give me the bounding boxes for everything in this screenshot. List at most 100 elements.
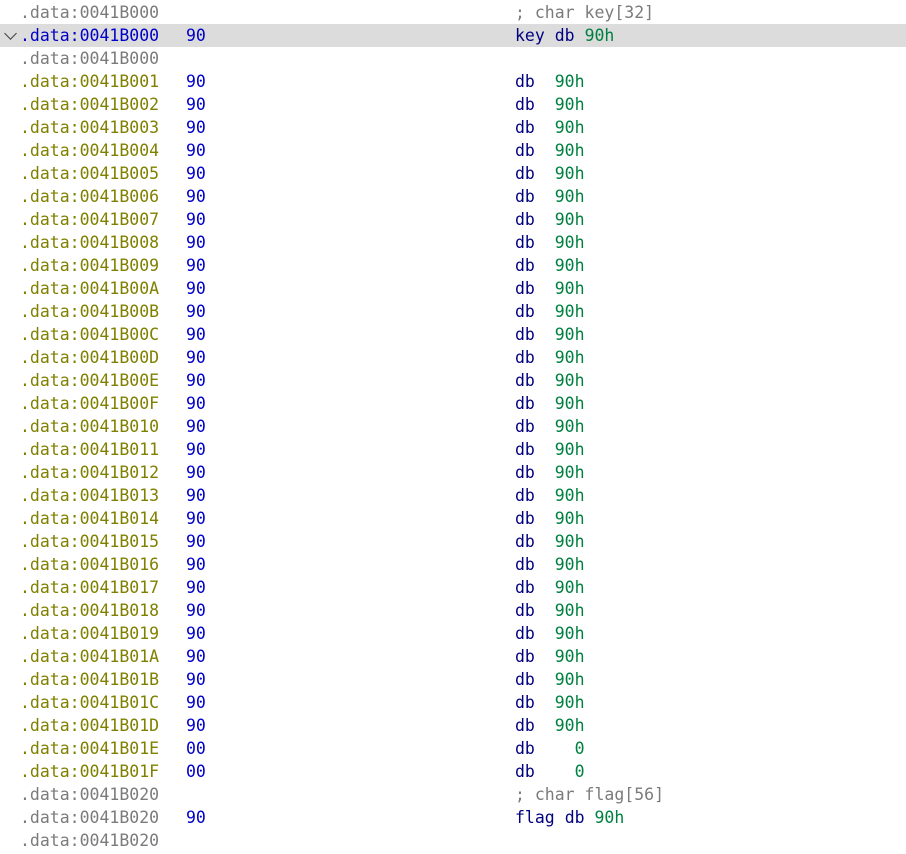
address[interactable]: .data:0041B01A [20, 645, 159, 668]
listing-line[interactable]: .data:0041B017 90 db 90h [0, 576, 906, 599]
operand-value: 90h [554, 417, 585, 436]
listing-line[interactable]: .data:0041B015 90 db 90h [0, 530, 906, 553]
listing-line[interactable]: .data:0041B00E 90 db 90h [0, 369, 906, 392]
address[interactable]: .data:0041B014 [20, 507, 159, 530]
address[interactable]: .data:0041B01F [20, 760, 159, 783]
address[interactable]: .data:0041B020 [20, 806, 159, 829]
mnemonic: db [554, 26, 575, 45]
listing-line[interactable]: .data:0041B018 90 db 90h [0, 599, 906, 622]
address[interactable]: .data:0041B015 [20, 530, 159, 553]
address[interactable]: .data:0041B005 [20, 162, 159, 185]
symbol-label[interactable]: key [515, 26, 545, 45]
listing-line[interactable]: .data:0041B01B 90 db 90h [0, 668, 906, 691]
opcode-bytes: 90 [186, 279, 206, 298]
opcode-bytes: 90 [186, 693, 206, 712]
address[interactable]: .data:0041B00E [20, 369, 159, 392]
listing-line[interactable]: .data:0041B01C 90 db 90h [0, 691, 906, 714]
listing-line[interactable]: .data:0041B002 90 db 90h [0, 93, 906, 116]
mnemonic: db [515, 256, 535, 275]
collapse-toggle[interactable] [3, 24, 19, 47]
instruction: db 90h [515, 691, 585, 714]
listing-line[interactable]: .data:0041B005 90 db 90h [0, 162, 906, 185]
listing-line[interactable]: .data:0041B00F 90 db 90h [0, 392, 906, 415]
address[interactable]: .data:0041B009 [20, 254, 159, 277]
listing-line[interactable]: .data:0041B020 [0, 829, 906, 852]
mnemonic: db [515, 509, 535, 528]
operand-value: 90h [584, 26, 615, 45]
mnemonic: db [515, 302, 535, 321]
opcode-bytes: 90 [186, 348, 206, 367]
address[interactable]: .data:0041B019 [20, 622, 159, 645]
address[interactable]: .data:0041B018 [20, 599, 159, 622]
address[interactable]: .data:0041B01B [20, 668, 159, 691]
listing-line[interactable]: .data:0041B00C 90 db 90h [0, 323, 906, 346]
listing-line[interactable]: .data:0041B003 90 db 90h [0, 116, 906, 139]
address[interactable]: .data:0041B020 [20, 829, 159, 852]
opcode-bytes: 90 [186, 808, 206, 827]
opcode-bytes: 90 [186, 118, 206, 137]
listing-line[interactable]: .data:0041B01F 00 db 0 [0, 760, 906, 783]
opcode-bytes: 90 [186, 187, 206, 206]
address[interactable]: .data:0041B00C [20, 323, 159, 346]
address[interactable]: .data:0041B016 [20, 553, 159, 576]
address[interactable]: .data:0041B01D [20, 714, 159, 737]
address[interactable]: .data:0041B008 [20, 231, 159, 254]
listing-line[interactable]: .data:0041B009 90 db 90h [0, 254, 906, 277]
listing-line[interactable]: .data:0041B020 ; char flag[56] [0, 783, 906, 806]
listing-line[interactable]: .data:0041B010 90 db 90h [0, 415, 906, 438]
listing-line[interactable]: .data:0041B011 90 db 90h [0, 438, 906, 461]
listing-line[interactable]: .data:0041B016 90 db 90h [0, 553, 906, 576]
address[interactable]: .data:0041B00D [20, 346, 159, 369]
listing-line[interactable]: .data:0041B01E 00 db 0 [0, 737, 906, 760]
address[interactable]: .data:0041B00F [20, 392, 159, 415]
listing-line[interactable]: .data:0041B012 90 db 90h [0, 461, 906, 484]
listing-line[interactable]: .data:0041B006 90 db 90h [0, 185, 906, 208]
declaration-comment: ; char key[32] [515, 3, 655, 22]
disassembly-listing[interactable]: .data:0041B000; char key[32] .data:0041B0… [0, 1, 906, 852]
instruction: db 90h [515, 484, 585, 507]
operand-value: 90h [554, 486, 585, 505]
operand-value: 90h [554, 210, 585, 229]
listing-line-current[interactable]: .data:0041B000 90 key db 90h [0, 24, 906, 47]
address[interactable]: .data:0041B010 [20, 415, 159, 438]
mnemonic: db [515, 578, 535, 597]
listing-line[interactable]: .data:0041B019 90 db 90h [0, 622, 906, 645]
listing-line[interactable]: .data:0041B014 90 db 90h [0, 507, 906, 530]
address[interactable]: .data:0041B007 [20, 208, 159, 231]
address[interactable]: .data:0041B000 [20, 1, 159, 24]
address[interactable]: .data:0041B001 [20, 70, 159, 93]
address[interactable]: .data:0041B002 [20, 93, 159, 116]
address[interactable]: .data:0041B01C [20, 691, 159, 714]
opcode-bytes: 90 [186, 26, 206, 45]
address[interactable]: .data:0041B01E [20, 737, 159, 760]
address[interactable]: .data:0041B017 [20, 576, 159, 599]
address[interactable]: .data:0041B003 [20, 116, 159, 139]
address[interactable]: .data:0041B020 [20, 783, 159, 806]
listing-line[interactable]: .data:0041B013 90 db 90h [0, 484, 906, 507]
address[interactable]: .data:0041B000 [20, 24, 159, 47]
listing-line[interactable]: .data:0041B020 90 flag db 90h [0, 806, 906, 829]
address[interactable]: .data:0041B00B [20, 300, 159, 323]
mnemonic: db [515, 647, 535, 666]
address[interactable]: .data:0041B011 [20, 438, 159, 461]
address[interactable]: .data:0041B004 [20, 139, 159, 162]
listing-line[interactable]: .data:0041B00B 90 db 90h [0, 300, 906, 323]
listing-line[interactable]: .data:0041B01D 90 db 90h [0, 714, 906, 737]
listing-line[interactable]: .data:0041B001 90 db 90h [0, 70, 906, 93]
listing-line[interactable]: .data:0041B01A 90 db 90h [0, 645, 906, 668]
address[interactable]: .data:0041B000 [20, 47, 159, 70]
address[interactable]: .data:0041B013 [20, 484, 159, 507]
opcode-bytes: 90 [186, 325, 206, 344]
operand-value: 90h [554, 325, 585, 344]
listing-line[interactable]: .data:0041B000 [0, 47, 906, 70]
listing-line[interactable]: .data:0041B00D 90 db 90h [0, 346, 906, 369]
listing-line[interactable]: .data:0041B000 ; char key[32] [0, 1, 906, 24]
listing-line[interactable]: .data:0041B00A 90 db 90h [0, 277, 906, 300]
listing-line[interactable]: .data:0041B008 90 db 90h [0, 231, 906, 254]
address[interactable]: .data:0041B012 [20, 461, 159, 484]
address[interactable]: .data:0041B00A [20, 277, 159, 300]
listing-line[interactable]: .data:0041B007 90 db 90h [0, 208, 906, 231]
address[interactable]: .data:0041B006 [20, 185, 159, 208]
symbol-label[interactable]: flag [515, 808, 555, 827]
listing-line[interactable]: .data:0041B004 90 db 90h [0, 139, 906, 162]
